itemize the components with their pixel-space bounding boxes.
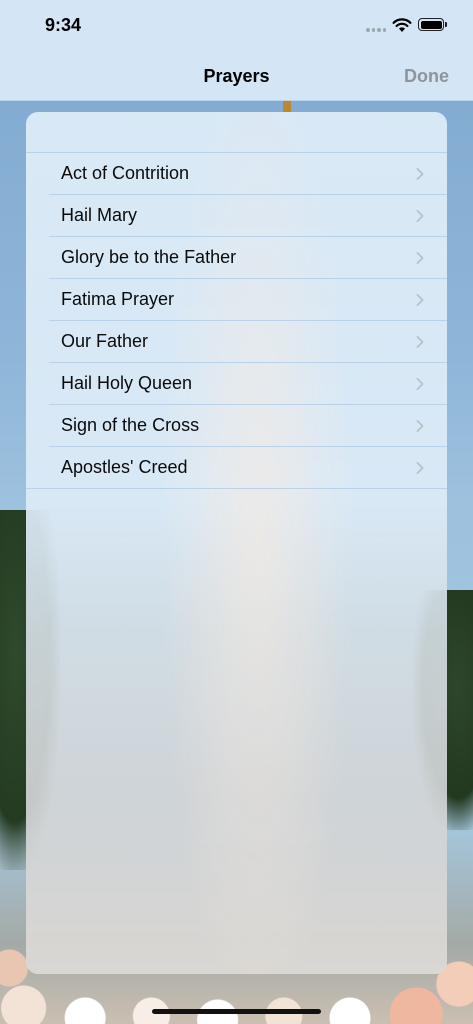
list-item-label: Hail Holy Queen xyxy=(61,373,193,393)
list-item[interactable]: Fatima Prayer xyxy=(49,279,447,321)
list-item-label: Glory be to the Father xyxy=(61,247,237,267)
list-item-label: Our Father xyxy=(61,331,149,351)
status-bar: 9:34 xyxy=(0,0,473,50)
chevron-right-icon xyxy=(416,252,424,264)
chevron-right-icon xyxy=(416,462,424,474)
chevron-right-icon xyxy=(416,420,424,432)
list-item-label: Sign of the Cross xyxy=(61,415,200,435)
status-time: 9:34 xyxy=(45,15,82,35)
navigation-header: 9:34 Prayers Done xyxy=(0,0,473,101)
chevron-right-icon xyxy=(416,378,424,390)
list-item[interactable]: Glory be to the Father xyxy=(49,237,447,279)
battery-icon xyxy=(418,18,447,31)
list-item[interactable]: Sign of the Cross xyxy=(49,405,447,447)
list-item[interactable]: Hail Mary xyxy=(49,195,447,237)
chevron-right-icon xyxy=(416,210,424,222)
home-indicator[interactable] xyxy=(152,1009,321,1014)
signal-icon xyxy=(366,28,386,32)
list-item[interactable]: Act of Contrition xyxy=(49,153,447,195)
list-item[interactable]: Apostles' Creed xyxy=(26,447,447,489)
prayer-list: Act of Contrition Hail Mary Glory be to … xyxy=(26,152,447,489)
page-title: Prayers xyxy=(203,66,270,86)
prayers-sheet: Act of Contrition Hail Mary Glory be to … xyxy=(26,112,447,974)
chevron-right-icon xyxy=(416,336,424,348)
list-item-label: Apostles' Creed xyxy=(61,457,188,477)
list-item[interactable]: Hail Holy Queen xyxy=(49,363,447,405)
list-item-label: Hail Mary xyxy=(61,205,138,225)
list-item-label: Act of Contrition xyxy=(61,163,190,183)
chevron-right-icon xyxy=(416,168,424,180)
list-item[interactable]: Our Father xyxy=(49,321,447,363)
wifi-icon xyxy=(392,18,412,32)
done-button[interactable]: Done xyxy=(404,66,449,87)
list-item-label: Fatima Prayer xyxy=(61,289,175,309)
chevron-right-icon xyxy=(416,294,424,306)
